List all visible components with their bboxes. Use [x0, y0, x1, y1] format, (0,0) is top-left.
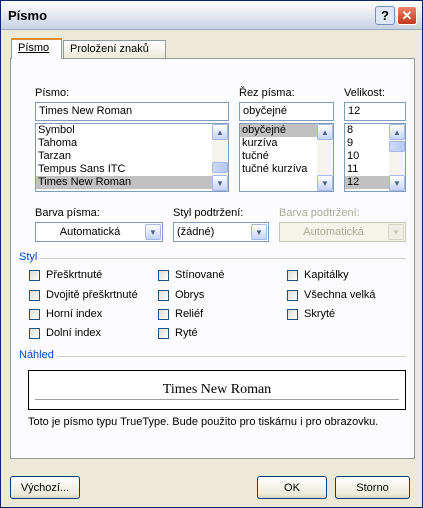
checkbox-engrave[interactable]: Ryté [158, 327, 198, 339]
font-style-label: Řez písma: [239, 87, 295, 99]
checkbox-label: Všechna velká [304, 289, 376, 301]
size-list[interactable]: 8 9 10 11 12 ▲ ▼ [344, 123, 406, 192]
scroll-up-icon[interactable]: ▲ [317, 124, 333, 140]
close-icon: ✕ [401, 7, 413, 23]
checkbox-box[interactable] [287, 289, 298, 301]
title-bar[interactable]: Písmo ? ✕ [1, 1, 422, 30]
font-color-label: Barva písma: [35, 207, 100, 219]
checkbox-label: Stínované [175, 269, 225, 281]
close-button[interactable]: ✕ [397, 6, 417, 25]
underline-style-select[interactable]: (žádné) ▼ [173, 222, 269, 242]
checkbox-shadow[interactable]: Stínované [158, 269, 225, 281]
font-style-input[interactable]: obyčejné [239, 102, 334, 121]
preview-separator [19, 356, 406, 357]
checkbox-strikethrough[interactable]: Přeškrtnuté [29, 269, 102, 281]
checkbox-label: Horní index [46, 308, 103, 320]
checkbox-label: Kapitálky [304, 269, 349, 281]
underline-color-select: Automatická ▼ [279, 222, 406, 242]
underline-style-value: (žádné) [177, 226, 215, 238]
chevron-down-icon: ▼ [388, 224, 404, 240]
checkbox-all-caps[interactable]: Všechna velká [287, 289, 376, 301]
checkbox-label: Dolní index [46, 327, 102, 339]
underline-color-label: Barva podtržení: [279, 207, 360, 219]
font-list[interactable]: Symbol Tahoma Tarzan Tempus Sans ITC Times N… [35, 123, 229, 192]
font-list-item[interactable]: Tarzan [36, 150, 228, 163]
checkbox-box[interactable] [287, 308, 298, 320]
checkbox-label: Skryté [304, 308, 336, 320]
checkbox-box[interactable] [158, 289, 169, 301]
checkbox-subscript[interactable]: Dolní index [29, 327, 101, 339]
scroll-thumb[interactable] [212, 162, 228, 173]
checkbox-box[interactable] [29, 327, 40, 339]
underline-color-value: Automatická [303, 226, 364, 238]
checkbox-small-caps[interactable]: Kapitálky [287, 269, 349, 281]
chevron-down-icon[interactable]: ▼ [145, 224, 161, 240]
checkbox-outline[interactable]: Obrys [158, 289, 204, 301]
preview-note: Toto je písmo typu TrueType. Bude použit… [28, 416, 379, 428]
checkbox-box[interactable] [29, 269, 40, 281]
preview-sample-text: Times New Roman [162, 382, 272, 397]
checkbox-double-strikethrough[interactable]: Dvojitě přeškrtnuté [29, 289, 138, 301]
font-list-item[interactable]: Times New Roman [36, 176, 228, 189]
scroll-down-icon[interactable]: ▼ [389, 175, 405, 191]
font-style-scrollbar[interactable]: ▲ ▼ [317, 124, 333, 191]
help-button[interactable]: ? [375, 6, 395, 25]
checkbox-label: Dvojitě přeškrtnuté [46, 289, 138, 301]
font-dialog: Písmo ? ✕ Písmo Proložení znaků Písmo: T… [0, 0, 423, 508]
window-title: Písmo [8, 8, 48, 23]
checkbox-box[interactable] [29, 308, 40, 320]
font-list-scrollbar[interactable]: ▲ ▼ [212, 124, 228, 191]
font-list-item[interactable]: Symbol [36, 124, 228, 137]
preview-baseline [35, 399, 399, 400]
checkbox-label: Reliéf [175, 308, 204, 320]
ok-button[interactable]: OK [257, 476, 327, 499]
font-color-value: Automatická [59, 226, 121, 238]
scroll-thumb[interactable] [389, 141, 405, 152]
ok-button-label: OK [284, 481, 300, 494]
size-label: Velikost: [344, 87, 385, 99]
effects-separator [19, 258, 406, 259]
tab-character-spacing[interactable]: Proložení znaků [63, 40, 166, 58]
checkbox-superscript[interactable]: Horní index [29, 308, 102, 320]
underline-style-label: Styl podtržení: [173, 207, 244, 219]
checkbox-box[interactable] [287, 269, 298, 281]
checkbox-box[interactable] [29, 289, 40, 301]
tab-font-label: Písmo [18, 42, 50, 54]
tab-character-spacing-label: Proložení znaků [70, 43, 149, 55]
tab-font[interactable]: Písmo [11, 38, 62, 59]
scroll-up-icon[interactable]: ▲ [389, 124, 405, 140]
scroll-up-icon[interactable]: ▲ [212, 124, 228, 140]
size-list-scrollbar[interactable]: ▲ ▼ [389, 124, 405, 191]
default-button[interactable]: Výchozí... [10, 476, 80, 499]
effects-title: Styl [19, 251, 41, 263]
font-style-list[interactable]: obyčejné kurzíva tučné tučné kurzíva ▲ ▼ [239, 123, 334, 192]
checkbox-hidden[interactable]: Skryté [287, 308, 335, 320]
font-list-item[interactable]: Tempus Sans ITC [36, 163, 228, 176]
checkbox-box[interactable] [158, 327, 169, 339]
font-list-items: Symbol Tahoma Tarzan Tempus Sans ITC Times N… [36, 124, 228, 189]
default-button-label: Výchozí... [20, 481, 70, 494]
checkbox-box[interactable] [158, 269, 169, 281]
checkbox-emboss[interactable]: Reliéf [158, 308, 203, 320]
scroll-down-icon[interactable]: ▼ [317, 175, 333, 191]
cancel-button-label: Storno [356, 481, 389, 494]
checkbox-label: Přeškrtnuté [46, 269, 103, 281]
font-name-input[interactable]: Times New Roman [35, 102, 229, 121]
checkbox-label: Obrys [175, 289, 205, 301]
font-list-item[interactable]: Tahoma [36, 137, 228, 150]
scroll-down-icon[interactable]: ▼ [212, 175, 228, 191]
checkbox-box[interactable] [158, 308, 169, 320]
help-icon: ? [381, 8, 389, 23]
dialog-body: Písmo Proložení znaků Písmo: Times New R… [1, 30, 422, 507]
size-input[interactable]: 12 [344, 102, 406, 121]
preview-box: Times New Roman [28, 370, 406, 410]
checkbox-label: Ryté [175, 327, 198, 339]
preview-title: Náhled [19, 349, 57, 361]
cancel-button[interactable]: Storno [335, 476, 410, 499]
font-label: Písmo: [35, 87, 70, 99]
font-color-select[interactable]: Automatická ▼ [35, 222, 163, 242]
chevron-down-icon[interactable]: ▼ [251, 224, 267, 240]
